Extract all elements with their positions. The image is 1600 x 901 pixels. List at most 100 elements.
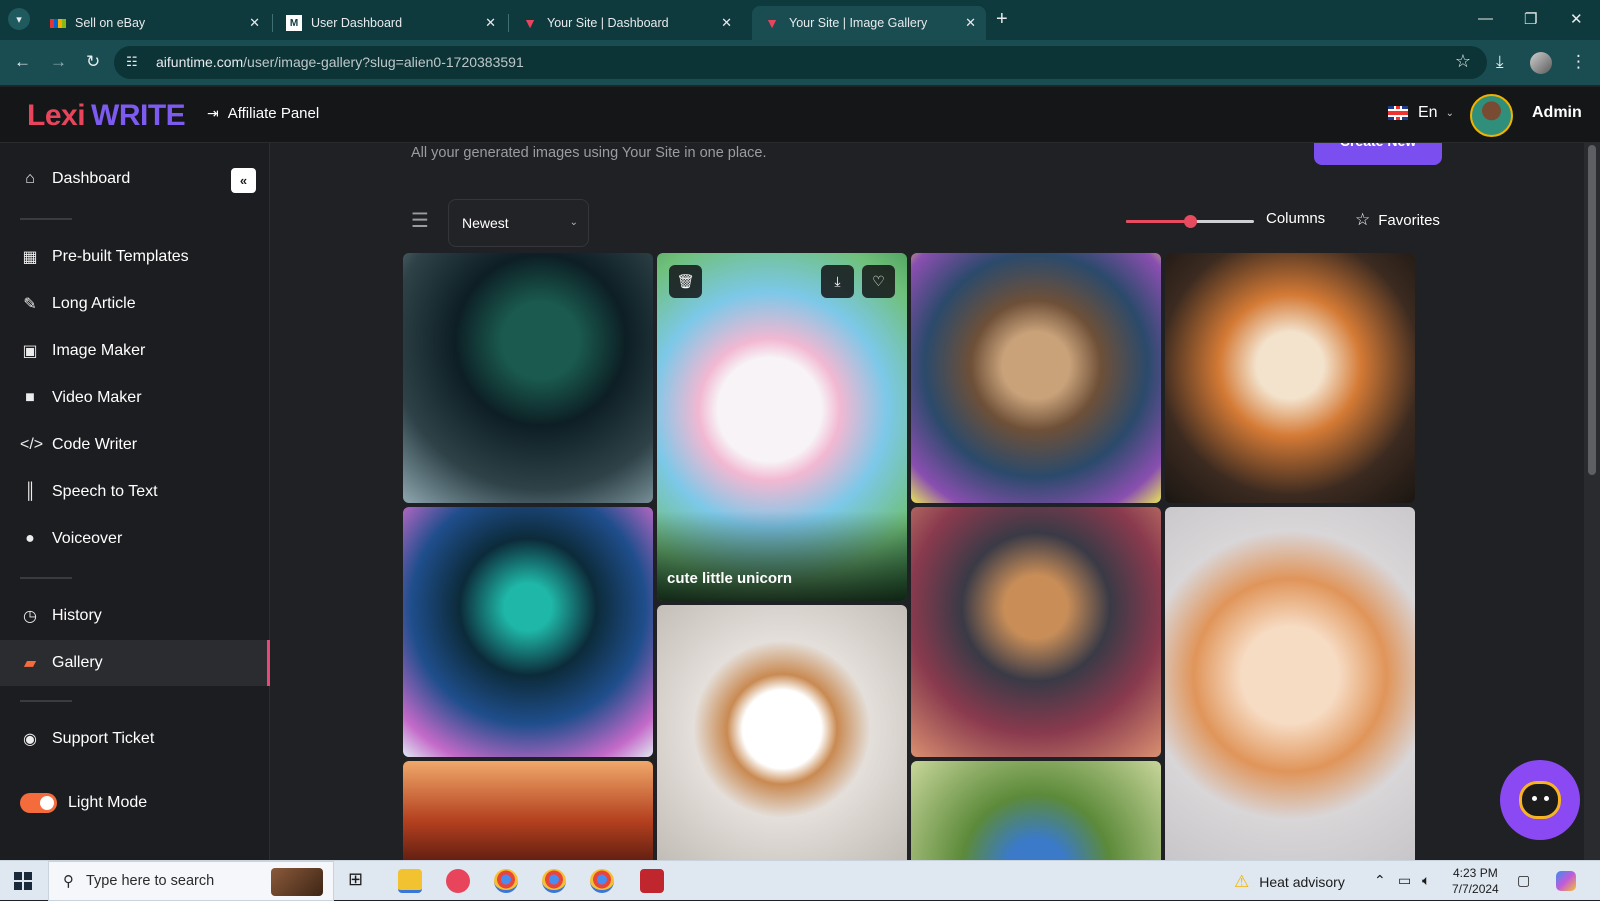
favorites-button[interactable]: ☆ Favorites bbox=[1355, 210, 1440, 230]
bookmark-star-icon[interactable]: ☆ bbox=[1455, 51, 1471, 72]
browser-tab-image-gallery[interactable]: ▼ Your Site | Image Gallery ✕ bbox=[752, 6, 986, 40]
sidebar-item-voiceover[interactable]: ● Voiceover bbox=[0, 516, 270, 562]
heart-icon[interactable]: ♡ bbox=[862, 265, 895, 298]
browser-menu-icon[interactable]: ⋮ bbox=[1570, 52, 1587, 72]
exit-arrow-icon: ⇥ bbox=[207, 105, 219, 121]
page-subtitle: All your generated images using Your Sit… bbox=[411, 145, 767, 161]
network-icon[interactable]: ▭ bbox=[1398, 872, 1411, 889]
sort-select[interactable]: Newest ⌄ bbox=[448, 199, 589, 247]
windows-taskbar: ⚲ Type here to search ⊞ ⚠ Heat advisory … bbox=[0, 860, 1600, 901]
user-name[interactable]: Admin bbox=[1532, 104, 1582, 122]
download-icon[interactable]: ⤓ bbox=[1496, 52, 1504, 72]
chatbot-launcher[interactable] bbox=[1500, 760, 1580, 840]
sidebar-item-video-maker[interactable]: ■ Video Maker bbox=[0, 375, 270, 421]
gallery-image-cat-in-jacket[interactable] bbox=[911, 507, 1161, 757]
browser-tabstrip: ▾ Sell on eBay ✕ M User Dashboard ✕ ▼ Yo… bbox=[0, 0, 1600, 40]
light-mode-toggle[interactable]: Light Mode bbox=[0, 780, 270, 826]
close-tab-icon[interactable]: ✕ bbox=[965, 15, 976, 31]
site-info-icon[interactable]: ☷ bbox=[126, 54, 138, 70]
taskbar-search[interactable]: ⚲ Type here to search bbox=[48, 861, 334, 901]
forward-icon[interactable]: → bbox=[50, 52, 67, 72]
browser-tab-ebay[interactable]: Sell on eBay ✕ bbox=[38, 6, 270, 40]
gallery-image-unicorn[interactable]: 🗑 ⤓ ♡ cute little unicorn bbox=[657, 253, 907, 601]
copilot-icon[interactable] bbox=[1556, 871, 1576, 891]
tab-search-icon[interactable]: ▾ bbox=[8, 8, 30, 30]
sidebar-item-long-article[interactable]: ✎ Long Article bbox=[0, 281, 270, 327]
gallery-image-robot-dinosaur[interactable] bbox=[403, 253, 653, 503]
browser-profile-avatar[interactable] bbox=[1530, 52, 1552, 74]
affiliate-panel-link[interactable]: ⇥ Affiliate Panel bbox=[207, 105, 319, 122]
warning-icon: ⚠ bbox=[1234, 872, 1250, 891]
back-icon[interactable]: ← bbox=[14, 52, 31, 72]
notifications-icon[interactable]: ▢ bbox=[1517, 872, 1530, 889]
download-icon[interactable]: ⤓ bbox=[821, 265, 854, 298]
system-clock[interactable]: 4:23 PM 7/7/2024 bbox=[1452, 865, 1499, 897]
user-avatar[interactable] bbox=[1470, 94, 1513, 137]
language-label: En bbox=[1418, 104, 1438, 121]
chrome-icon[interactable] bbox=[590, 869, 614, 893]
chrome-icon[interactable] bbox=[542, 869, 566, 893]
lexiwrite-logo[interactable]: Lexi WRITE bbox=[27, 99, 186, 133]
page-scrollbar[interactable] bbox=[1584, 143, 1600, 860]
new-tab-icon[interactable]: + bbox=[996, 9, 1008, 29]
sidebar-item-label: Code Writer bbox=[52, 436, 138, 453]
sidebar-item-dashboard[interactable]: ⌂ Dashboard bbox=[0, 156, 270, 202]
file-explorer-icon[interactable] bbox=[398, 869, 422, 893]
browser-tab-site-dashboard[interactable]: ▼ Your Site | Dashboard ✕ bbox=[510, 6, 742, 40]
history-icon: ◷ bbox=[23, 608, 37, 625]
gallery-image-blue-cat[interactable] bbox=[911, 761, 1161, 860]
gallery-image-kitten-with-glasses[interactable] bbox=[1165, 507, 1415, 860]
site-favicon-icon: ▼ bbox=[765, 15, 779, 31]
gallery-image-puppy[interactable] bbox=[657, 605, 907, 860]
close-tab-icon[interactable]: ✕ bbox=[249, 15, 260, 31]
gallery-image-canyon[interactable] bbox=[403, 761, 653, 860]
slider-knob[interactable] bbox=[1184, 215, 1197, 228]
chevron-down-icon: ⌄ bbox=[569, 217, 578, 228]
sidebar-item-speech-to-text[interactable]: ║ Speech to Text bbox=[0, 469, 270, 515]
close-tab-icon[interactable]: ✕ bbox=[721, 15, 732, 31]
sidebar-item-gallery[interactable]: ▰ Gallery bbox=[0, 640, 270, 686]
window-close-icon[interactable]: ✕ bbox=[1570, 10, 1583, 28]
site-favicon-icon: ▼ bbox=[523, 15, 537, 31]
columns-slider[interactable] bbox=[1126, 215, 1254, 228]
layout-toggle-icon[interactable]: ☰ bbox=[411, 208, 429, 233]
volume-icon[interactable]: 🔈︎ bbox=[1422, 872, 1430, 889]
url-text[interactable]: aifuntime.com/user/image-gallery?slug=al… bbox=[156, 54, 524, 70]
sidebar-item-prebuilt-templates[interactable]: ▦ Pre-built Templates bbox=[0, 234, 270, 280]
scrollbar-thumb[interactable] bbox=[1588, 145, 1596, 475]
reload-icon[interactable]: ↻ bbox=[86, 52, 100, 72]
toggle-icon[interactable] bbox=[20, 793, 57, 813]
sidebar-item-label: Dashboard bbox=[52, 170, 131, 187]
gallery-image-tabby-cat[interactable] bbox=[911, 253, 1161, 503]
sidebar-item-label: Light Mode bbox=[68, 794, 148, 811]
tray-chevron-icon[interactable]: ⌃ bbox=[1374, 872, 1386, 889]
language-selector[interactable]: En ⌄ bbox=[1388, 104, 1454, 122]
address-bar[interactable]: ☷ aifuntime.com/user/image-gallery?slug=… bbox=[114, 46, 1487, 79]
taskbar-search-placeholder: Type here to search bbox=[86, 873, 215, 889]
chrome-icon[interactable] bbox=[494, 869, 518, 893]
sidebar-item-history[interactable]: ◷ History bbox=[0, 593, 270, 639]
filezilla-icon[interactable] bbox=[640, 869, 664, 893]
app-icon[interactable] bbox=[446, 869, 470, 893]
windows-start-icon[interactable] bbox=[14, 872, 32, 890]
close-tab-icon[interactable]: ✕ bbox=[485, 15, 496, 31]
restore-icon[interactable]: ❐ bbox=[1524, 10, 1537, 28]
sidebar-item-label: Pre-built Templates bbox=[52, 248, 189, 265]
minimize-icon[interactable]: — bbox=[1478, 10, 1493, 27]
pen-icon: ✎ bbox=[23, 296, 37, 313]
columns-label: Columns bbox=[1266, 210, 1326, 227]
browser-tab-user-dashboard[interactable]: M User Dashboard ✕ bbox=[274, 6, 506, 40]
gallery-image-orange-kitten[interactable] bbox=[1165, 253, 1415, 503]
gallery-image-alien-creature[interactable] bbox=[403, 507, 653, 757]
create-new-button[interactable]: Create New bbox=[1314, 143, 1442, 165]
collapse-sidebar-icon[interactable]: « bbox=[231, 168, 256, 193]
sidebar-divider bbox=[20, 218, 72, 220]
sidebar-item-image-maker[interactable]: ▣ Image Maker bbox=[0, 328, 270, 374]
weather-widget[interactable]: ⚠ Heat advisory bbox=[1234, 872, 1345, 892]
sidebar-item-support-ticket[interactable]: ◉ Support Ticket bbox=[0, 716, 270, 762]
clock-time: 4:23 PM bbox=[1453, 866, 1498, 880]
task-view-icon[interactable]: ⊞ bbox=[348, 869, 372, 893]
slider-fill bbox=[1126, 220, 1190, 223]
delete-icon[interactable]: 🗑 bbox=[669, 265, 702, 298]
sidebar-item-code-writer[interactable]: </> Code Writer bbox=[0, 422, 270, 468]
